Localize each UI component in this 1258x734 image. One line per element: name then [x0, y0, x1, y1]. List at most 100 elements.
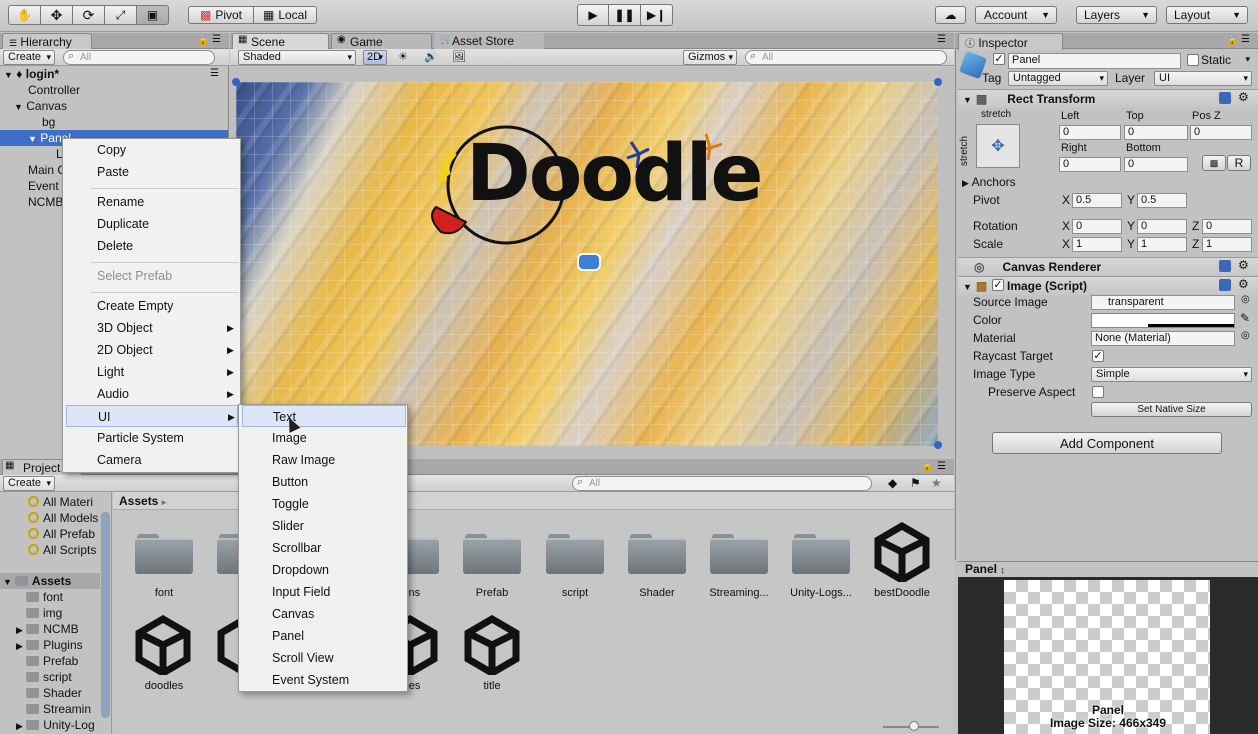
pivot-y-field[interactable]: 0.5 [1137, 193, 1187, 208]
scene-root[interactable]: ▼ ♦ login* [0, 66, 228, 82]
submenu-item-event-system[interactable]: Event System [242, 669, 406, 691]
tree-item-streaming[interactable]: Streamin [26, 701, 91, 717]
rect-handle-bottomright[interactable] [934, 441, 942, 449]
tab-game[interactable]: Game [331, 33, 432, 50]
rot-z-field[interactable]: 0 [1202, 219, 1252, 234]
submenu-item-slider[interactable]: Slider [242, 515, 406, 537]
tag-dropdown[interactable]: Untagged [1008, 71, 1108, 86]
source-image-field[interactable]: transparent [1091, 295, 1235, 310]
scale-y-field[interactable]: 1 [1137, 237, 1187, 252]
panel-menu-icon[interactable]: ☰ [937, 461, 946, 472]
unity-scene-icon[interactable] [462, 615, 522, 675]
play-button[interactable]: ▶ [577, 4, 609, 26]
menu-item-light[interactable]: Light ▶ [66, 361, 238, 383]
favorite-all-materials[interactable]: All Materi [28, 494, 93, 510]
lock-icon[interactable]: 🔒 [197, 35, 209, 46]
add-component-button[interactable]: Add Component [992, 432, 1222, 454]
menu-item-3d-object[interactable]: 3D Object ▶ [66, 317, 238, 339]
lock-icon[interactable]: 🔒 [921, 461, 933, 472]
submenu-item-input-field[interactable]: Input Field [242, 581, 406, 603]
hierarchy-item-bg[interactable]: bg [42, 114, 55, 130]
layout-dropdown[interactable]: Layout ▼ [1166, 6, 1248, 24]
panel-menu-icon[interactable]: ☰ [1241, 34, 1250, 45]
lock-icon[interactable]: 🔒 [1226, 35, 1238, 46]
static-dropdown-arrow[interactable] [1240, 53, 1253, 68]
hierarchy-item-canvas[interactable]: ▼ Canvas [14, 98, 67, 114]
tab-hierarchy[interactable]: ☰ Hierarchy [2, 33, 92, 50]
project-create-dropdown[interactable]: Create [3, 476, 55, 491]
layers-dropdown[interactable]: Layers ▼ [1076, 6, 1157, 24]
right-field[interactable]: 0 [1059, 157, 1121, 172]
scale-x-field[interactable]: 1 [1072, 237, 1122, 252]
filter-type-icon[interactable]: ◆ [888, 476, 897, 490]
anchor-preset-button[interactable]: ✥ [976, 124, 1020, 168]
rect-transform-header[interactable]: ▼ ▦ Rect Transform [958, 89, 1258, 108]
object-picker-icon[interactable]: ◎ [1241, 294, 1250, 305]
set-native-size-button[interactable]: Set Native Size [1091, 402, 1252, 417]
hand-tool-button[interactable]: ✋ [8, 5, 41, 25]
tree-item-unity-logs[interactable]: ▶ Unity-Log [16, 717, 95, 733]
asset-folder-unity-logs[interactable] [792, 528, 850, 574]
submenu-item-text-highlighted[interactable]: Text [242, 405, 406, 427]
asset-folder-script[interactable] [546, 528, 604, 574]
tree-item-ncmb[interactable]: ▶ NCMB [16, 621, 79, 637]
pivot-toggle[interactable]: ▩ Pivot [188, 6, 254, 24]
tree-item-font[interactable]: font [26, 589, 63, 605]
menu-item-paste[interactable]: Paste [66, 161, 238, 183]
preview-header[interactable]: Panel ↕ [958, 561, 1258, 577]
favorite-all-prefabs[interactable]: All Prefab [28, 526, 95, 542]
tree-item-shader[interactable]: Shader [26, 685, 82, 701]
unity-scene-icon[interactable] [133, 615, 193, 675]
tree-item-plugins[interactable]: ▶ Plugins [16, 637, 83, 653]
asset-folder-prefab[interactable] [463, 528, 521, 574]
image-enabled-checkbox[interactable]: ✓ [992, 279, 1004, 291]
project-search-input[interactable]: All [572, 476, 872, 491]
menu-item-duplicate[interactable]: Duplicate [66, 213, 238, 235]
submenu-item-scroll-view[interactable]: Scroll View [242, 647, 406, 669]
canvas-renderer-header[interactable]: ◎ Canvas Renderer [958, 257, 1258, 276]
layer-dropdown[interactable]: UI [1154, 71, 1252, 86]
menu-item-create-empty[interactable]: Create Empty [66, 295, 238, 317]
rect-tool-button[interactable]: ▣ [136, 5, 169, 25]
scene-search-input[interactable]: All [745, 50, 947, 65]
menu-item-rename[interactable]: Rename [66, 191, 238, 213]
gear-icon[interactable]: ⚙ [1238, 258, 1249, 272]
preserve-aspect-checkbox[interactable] [1092, 386, 1104, 398]
help-book-icon[interactable] [1219, 92, 1231, 104]
gizmos-dropdown[interactable]: Gizmos [683, 50, 737, 65]
menu-item-audio[interactable]: Audio ▶ [66, 383, 238, 405]
help-book-icon[interactable] [1219, 260, 1231, 272]
help-book-icon[interactable] [1219, 279, 1231, 291]
tree-scrollbar[interactable] [101, 512, 110, 718]
tree-item-prefab[interactable]: Prefab [26, 653, 78, 669]
favorite-all-scripts[interactable]: All Scripts [28, 542, 96, 558]
panel-menu-icon[interactable]: ☰ [212, 34, 221, 45]
menu-item-copy[interactable]: Copy [66, 139, 238, 161]
tree-assets-root[interactable]: ▼ Assets [0, 573, 100, 589]
object-picker-icon[interactable]: ◎ [1241, 330, 1250, 341]
submenu-item-scrollbar[interactable]: Scrollbar [242, 537, 406, 559]
pause-button[interactable]: ❚❚ [608, 4, 641, 26]
hierarchy-item-eventsystem[interactable]: Event [28, 178, 59, 194]
submenu-item-raw-image[interactable]: Raw Image [242, 449, 406, 471]
pivot-x-field[interactable]: 0.5 [1072, 193, 1122, 208]
rot-x-field[interactable]: 0 [1072, 219, 1122, 234]
color-swatch[interactable] [1091, 313, 1235, 328]
move-tool-button[interactable]: ✥ [40, 5, 73, 25]
audio-toggle-icon[interactable]: 🔊 [424, 50, 438, 63]
lighting-toggle-icon[interactable]: ☀ [398, 50, 408, 63]
menu-item-camera[interactable]: Camera [66, 449, 238, 471]
menu-item-particle-system[interactable]: Particle System [66, 427, 238, 449]
hierarchy-item-ncmb[interactable]: NCMB [28, 194, 63, 210]
menu-item-2d-object[interactable]: 2D Object ▶ [66, 339, 238, 361]
submenu-item-panel[interactable]: Panel [242, 625, 406, 647]
active-checkbox[interactable]: ✓ [993, 53, 1005, 65]
eyedropper-icon[interactable]: ✎ [1240, 311, 1250, 325]
rect-handle-topleft[interactable] [232, 78, 240, 86]
top-field[interactable]: 0 [1124, 125, 1188, 140]
gear-icon[interactable]: ⚙ [1238, 90, 1249, 104]
zoom-slider-thumb[interactable] [909, 721, 919, 731]
submenu-item-canvas[interactable]: Canvas [242, 603, 406, 625]
scale-tool-button[interactable]: ⤢ [104, 5, 137, 25]
favorite-all-models[interactable]: All Models [28, 510, 98, 526]
